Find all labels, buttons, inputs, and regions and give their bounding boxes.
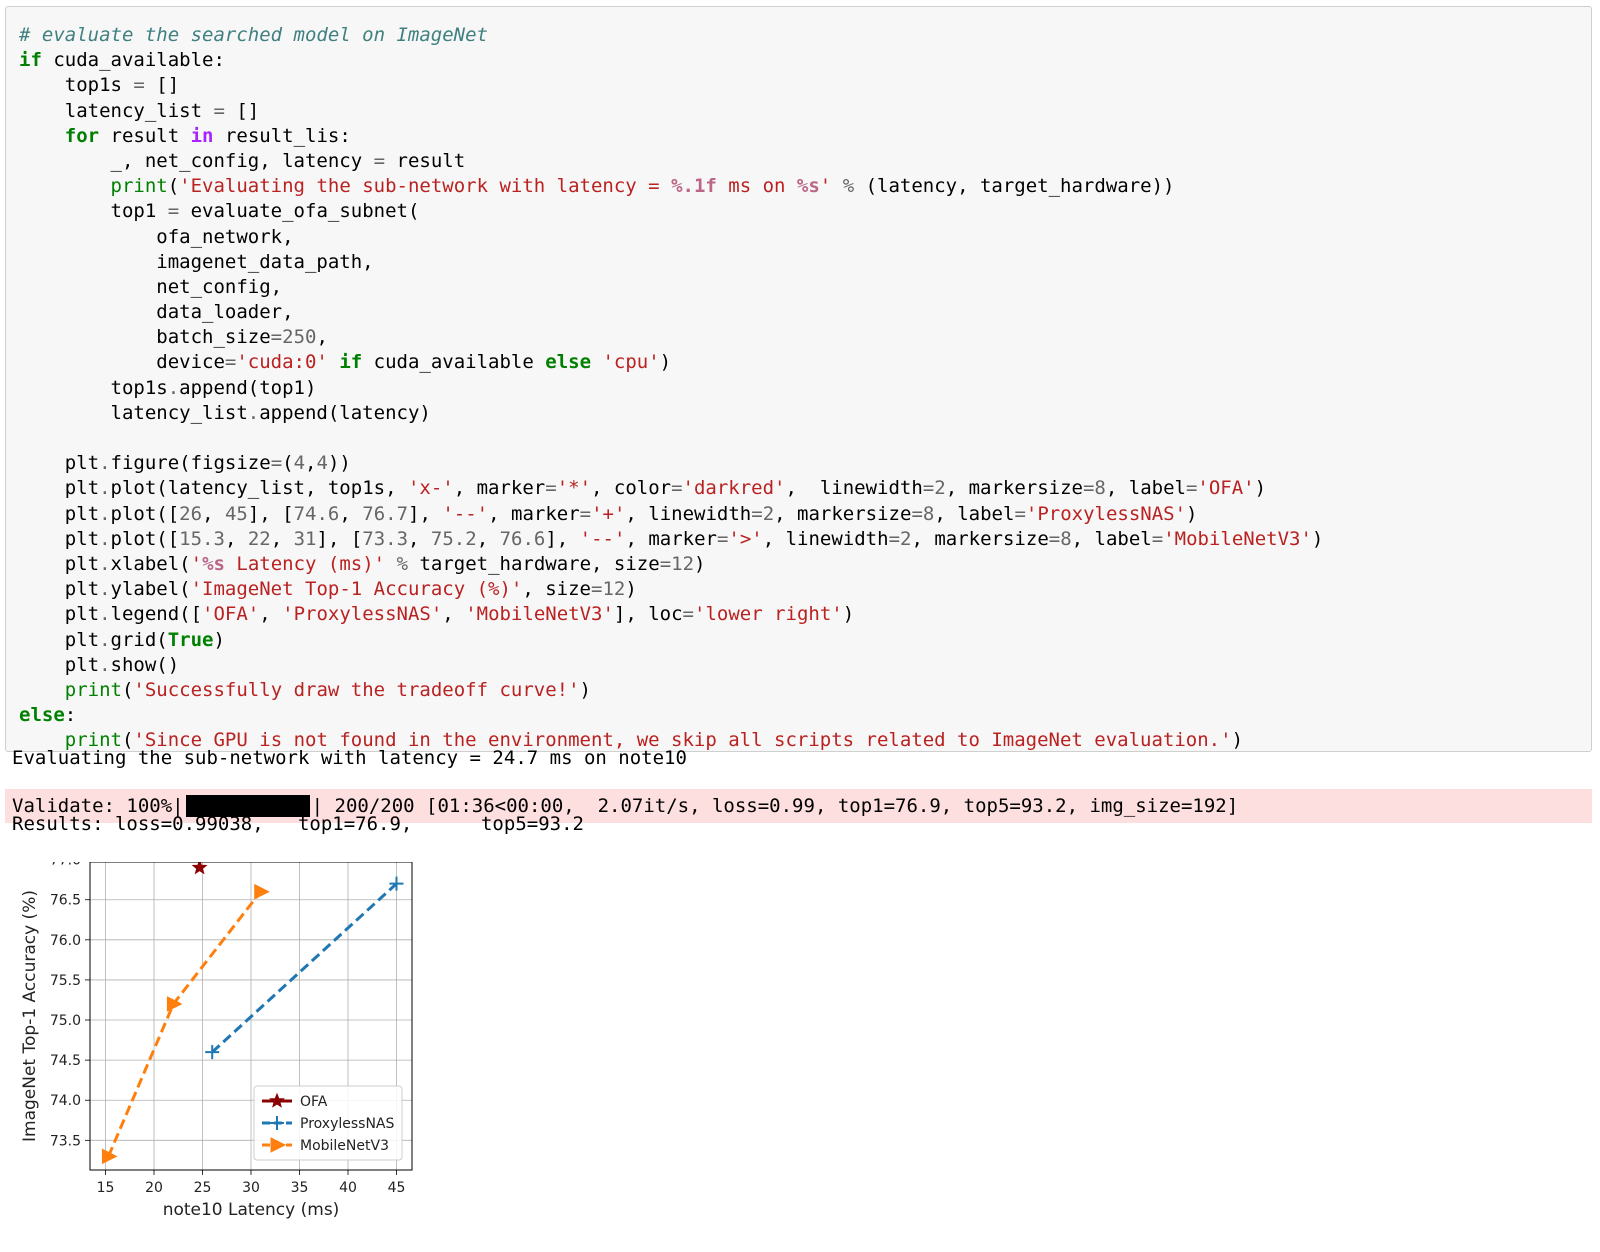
x-tick-label: 25 (194, 1180, 212, 1196)
code-line: print('Evaluating the sub-network with l… (110, 175, 1175, 198)
code-line: plt.legend(['OFA', 'ProxylessNAS', 'Mobi… (19, 603, 855, 626)
code-line: plt.show() (19, 653, 180, 676)
code-line: ofa_network, (19, 225, 294, 248)
legend-label-ofa: OFA (300, 1094, 328, 1110)
code-line: plt.figure(figsize=(4,4)) (19, 452, 351, 475)
code-line: top1s = [] (19, 74, 180, 97)
code-line: for result in result_lis: (64, 124, 351, 147)
x-tick-label: 20 (145, 1180, 163, 1196)
code-line: plt.ylabel('ImageNet Top-1 Accuracy (%)'… (19, 578, 637, 601)
code-line: if cuda_available: (19, 49, 225, 72)
y-tick-label: 75.5 (50, 973, 81, 989)
code-line: device='cuda:0' if cuda_available else '… (19, 351, 672, 374)
code-line: latency_list.append(latency) (19, 401, 431, 424)
code-line: # evaluate the searched model on ImageNe… (19, 24, 488, 46)
data-point-ofa (191, 862, 208, 875)
x-tick-label: 40 (339, 1180, 357, 1196)
y-tick-label: 76.5 (50, 893, 81, 909)
code-line: plt.grid(True) (19, 628, 225, 651)
code-line: plt.plot(latency_list, top1s, 'x-', mark… (19, 477, 1267, 500)
stdout-results-line: Results: loss=0.99038, top1=76.9, top5=9… (12, 813, 584, 835)
code-line: top1s.append(top1) (19, 376, 317, 399)
y-tick-label: 77.0 (50, 862, 81, 869)
code-cell-input[interactable]: # evaluate the searched model on ImageNe… (5, 6, 1592, 752)
y-tick-label: 74.5 (50, 1053, 81, 1069)
x-tick-label: 35 (291, 1180, 309, 1196)
x-tick-label: 15 (97, 1180, 115, 1196)
code-line: net_config, (19, 275, 283, 298)
data-point-mobilenetv3 (254, 883, 270, 900)
y-tick-label: 73.5 (50, 1133, 81, 1149)
x-axis-label: note10 Latency (ms) (163, 1200, 340, 1220)
code-line: plt.plot([15.3, 22, 31], [73.3, 75.2, 76… (19, 527, 1324, 550)
y-axis-label: ImageNet Top-1 Accuracy (%) (20, 890, 40, 1142)
x-tick-label: 30 (242, 1180, 260, 1196)
code-line: latency_list = [] (19, 99, 260, 122)
legend-label-mobilenetv3: MobileNetV3 (300, 1138, 389, 1154)
legend-label-proxylessnas: ProxylessNAS (300, 1116, 394, 1132)
code-line: batch_size=250, (19, 326, 328, 349)
code-line: plt.xlabel('%s Latency (ms)' % target_ha… (19, 552, 706, 575)
stdout-eval-line: Evaluating the sub-network with latency … (12, 747, 687, 769)
code-line: print('Successfully draw the tradeoff cu… (64, 678, 591, 701)
code-line: plt.plot([26, 45], [74.6, 76.7], '--', m… (19, 502, 1198, 525)
series-line-mobilenetv3 (107, 890, 262, 1157)
code-editor[interactable]: # evaluate the searched model on ImageNe… (19, 23, 1323, 753)
data-point-mobilenetv3 (166, 996, 183, 1012)
code-line: top1 = evaluate_ofa_subnet( (19, 200, 420, 223)
code-line: else: (19, 704, 77, 727)
code-line: data_loader, (19, 301, 294, 324)
series-line-proxylessnas (211, 882, 398, 1054)
y-tick-label: 75.0 (50, 1013, 81, 1029)
y-tick-label: 76.0 (50, 933, 81, 949)
tradeoff-chart: 15 20 25 30 35 40 45 73.5 74.0 74.5 75.0 75.5 76.0 76… (20, 862, 413, 1220)
code-line: imagenet_data_path, (19, 250, 374, 273)
code-line: _, net_config, latency = result (19, 149, 466, 172)
x-tick-label: 45 (388, 1180, 406, 1196)
y-tick-label: 74.0 (50, 1093, 81, 1109)
